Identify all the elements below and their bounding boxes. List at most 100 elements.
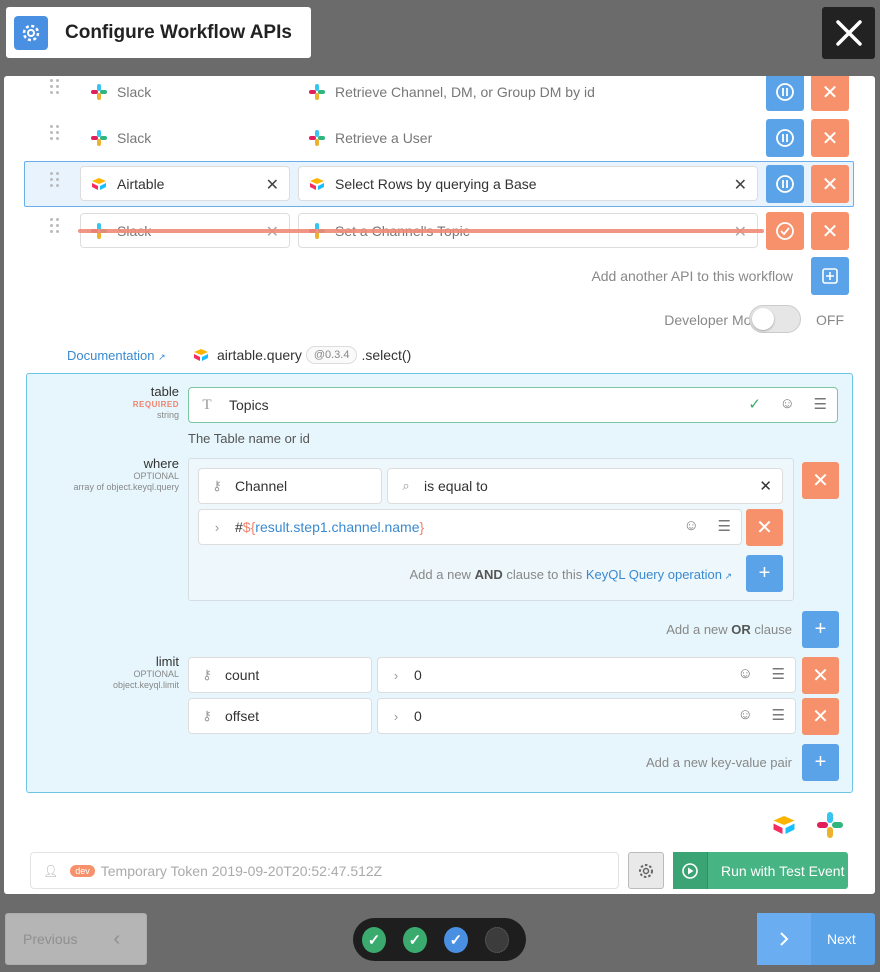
api-row-selected: Airtable ✕ Select Rows by querying a Bas… xyxy=(24,161,854,207)
param-type: string xyxy=(156,410,179,420)
gear-icon xyxy=(639,863,653,878)
api-row: Slack Retrieve a User ✕ xyxy=(4,115,875,161)
method-name: Select Rows by querying a Base xyxy=(335,175,537,192)
header-title-box: Configure Workflow APIs xyxy=(6,7,311,58)
previous-label: Previous xyxy=(23,931,78,947)
remove-kv-button[interactable]: ✕ xyxy=(802,657,839,694)
dev-badge: dev xyxy=(70,864,95,877)
limit-key-input[interactable]: ⚷ count xyxy=(188,657,372,693)
clear-icon[interactable]: ✕ xyxy=(266,175,279,195)
close-button[interactable] xyxy=(822,7,875,59)
step-current-icon[interactable]: ✓ xyxy=(443,926,468,953)
api-row: Slack Retrieve Channel, DM, or Group DM … xyxy=(4,76,875,115)
add-kv-button[interactable]: + xyxy=(802,744,839,781)
add-api-button[interactable] xyxy=(811,257,849,295)
add-and-clause-button[interactable]: + xyxy=(746,555,783,592)
add-api-label: Add another API to this workflow xyxy=(591,268,793,284)
remove-api-button[interactable]: ✕ xyxy=(811,165,849,203)
next-button[interactable]: Next xyxy=(757,913,875,965)
close-icon: ✕ xyxy=(821,220,839,243)
drag-handle-icon[interactable] xyxy=(50,218,60,234)
chevron-right-icon: › xyxy=(393,708,399,724)
service-select[interactable]: Airtable ✕ xyxy=(80,166,290,201)
operator-select[interactable]: ⌕ is equal to ✕ xyxy=(387,468,783,504)
remove-api-button[interactable]: ✕ xyxy=(811,76,849,111)
plus-icon: + xyxy=(814,751,827,773)
list-icon[interactable]: ☰ xyxy=(814,395,827,413)
pause-button[interactable] xyxy=(766,76,804,111)
method-select[interactable]: Select Rows by querying a Base ✕ xyxy=(298,166,758,201)
limit-key-value: count xyxy=(225,667,260,683)
token-field[interactable]: 👤︎ dev Temporary Token 2019-09-20T20:52:… xyxy=(30,852,619,889)
remove-kv-button[interactable]: ✕ xyxy=(802,698,839,735)
param-name: where xyxy=(143,456,179,471)
settings-button[interactable] xyxy=(628,852,664,889)
signature-service: airtable.query xyxy=(217,347,302,363)
pause-icon xyxy=(776,175,794,193)
text-type-icon: T xyxy=(202,396,212,413)
chevron-right-icon: › xyxy=(393,667,399,683)
method-select[interactable]: Retrieve a User xyxy=(298,120,758,155)
param-type: object.keyql.limit xyxy=(112,680,179,690)
clear-icon[interactable]: ✕ xyxy=(734,175,747,195)
hint-text: clause to this xyxy=(506,567,583,582)
service-name: Slack xyxy=(117,83,152,100)
method-select[interactable]: Retrieve Channel, DM, or Group DM by id xyxy=(298,76,758,109)
close-icon: ✕ xyxy=(821,127,839,150)
check-icon: ✓ xyxy=(748,396,761,413)
drag-handle-icon[interactable] xyxy=(50,79,60,95)
pause-button[interactable] xyxy=(766,165,804,203)
close-icon: ✕ xyxy=(812,665,829,687)
add-or-clause-button[interactable]: + xyxy=(802,611,839,648)
step-complete-icon[interactable]: ✓ xyxy=(402,926,427,953)
emoji-icon[interactable]: ☺ xyxy=(684,517,699,534)
drag-handle-icon[interactable] xyxy=(50,125,60,141)
documentation-link[interactable]: Documentation ↗ xyxy=(67,348,166,363)
external-link-icon: ↗ xyxy=(721,571,732,581)
hint-text: clause xyxy=(754,622,792,637)
step-complete-icon[interactable]: ✓ xyxy=(362,926,386,953)
where-clause-box: ⚷ Channel ⌕ is equal to ✕ › #${result.st… xyxy=(188,458,794,601)
remove-where-button[interactable]: ✕ xyxy=(802,462,839,499)
keyql-link[interactable]: KeyQL Query operation xyxy=(586,567,722,582)
limit-key-input[interactable]: ⚷ offset xyxy=(188,698,372,734)
method-name: Retrieve a User xyxy=(335,129,433,146)
where-key-input[interactable]: ⚷ Channel xyxy=(198,468,382,504)
table-input[interactable]: T Topics ✓ ☺ ☰ xyxy=(188,387,838,423)
hint-text: Add a new xyxy=(666,622,728,637)
emoji-icon[interactable]: ☺ xyxy=(780,395,795,412)
value-dollar: $ xyxy=(242,519,251,535)
step-pending-icon[interactable] xyxy=(484,926,509,953)
service-name: Slack xyxy=(117,129,152,146)
run-test-event-button[interactable]: Run with Test Event xyxy=(673,852,848,889)
chevron-right-icon: › xyxy=(214,519,220,535)
remove-value-button[interactable]: ✕ xyxy=(746,509,783,546)
run-label: Run with Test Event xyxy=(721,862,845,879)
slack-icon xyxy=(309,129,325,146)
emoji-icon[interactable]: ☺ xyxy=(738,706,753,723)
hint-text: Add a new xyxy=(409,567,471,582)
hint-bold: OR xyxy=(731,622,751,637)
parameters-panel: table REQUIRED string T Topics ✓ ☺ ☰ The… xyxy=(26,373,853,793)
developer-mode-toggle[interactable] xyxy=(749,305,801,333)
limit-value-input[interactable]: › 0 ☺ ☰ xyxy=(377,657,796,693)
restore-button[interactable] xyxy=(766,212,804,250)
list-icon[interactable]: ☰ xyxy=(772,706,785,724)
add-or-clause-hint: Add a new OR clause xyxy=(666,622,792,637)
previous-button[interactable]: Previous ‹ xyxy=(5,913,147,965)
list-icon[interactable]: ☰ xyxy=(772,665,785,683)
where-value-input[interactable]: › #${result.step1.channel.name} ☺ ☰ xyxy=(198,509,742,545)
service-select[interactable]: Slack xyxy=(80,76,290,109)
pause-button[interactable] xyxy=(766,119,804,157)
list-icon[interactable]: ☰ xyxy=(718,517,731,535)
external-link-icon: ↗ xyxy=(158,352,166,362)
service-select[interactable]: Slack xyxy=(80,120,290,155)
drag-handle-icon[interactable] xyxy=(50,172,60,188)
emoji-icon[interactable]: ☺ xyxy=(738,665,753,682)
limit-value-input[interactable]: › 0 ☺ ☰ xyxy=(377,698,796,734)
remove-api-button[interactable]: ✕ xyxy=(811,119,849,157)
clear-icon[interactable]: ✕ xyxy=(759,477,772,495)
slack-icon xyxy=(91,83,107,100)
param-requirement: OPTIONAL xyxy=(133,471,179,481)
remove-api-button[interactable]: ✕ xyxy=(811,212,849,250)
